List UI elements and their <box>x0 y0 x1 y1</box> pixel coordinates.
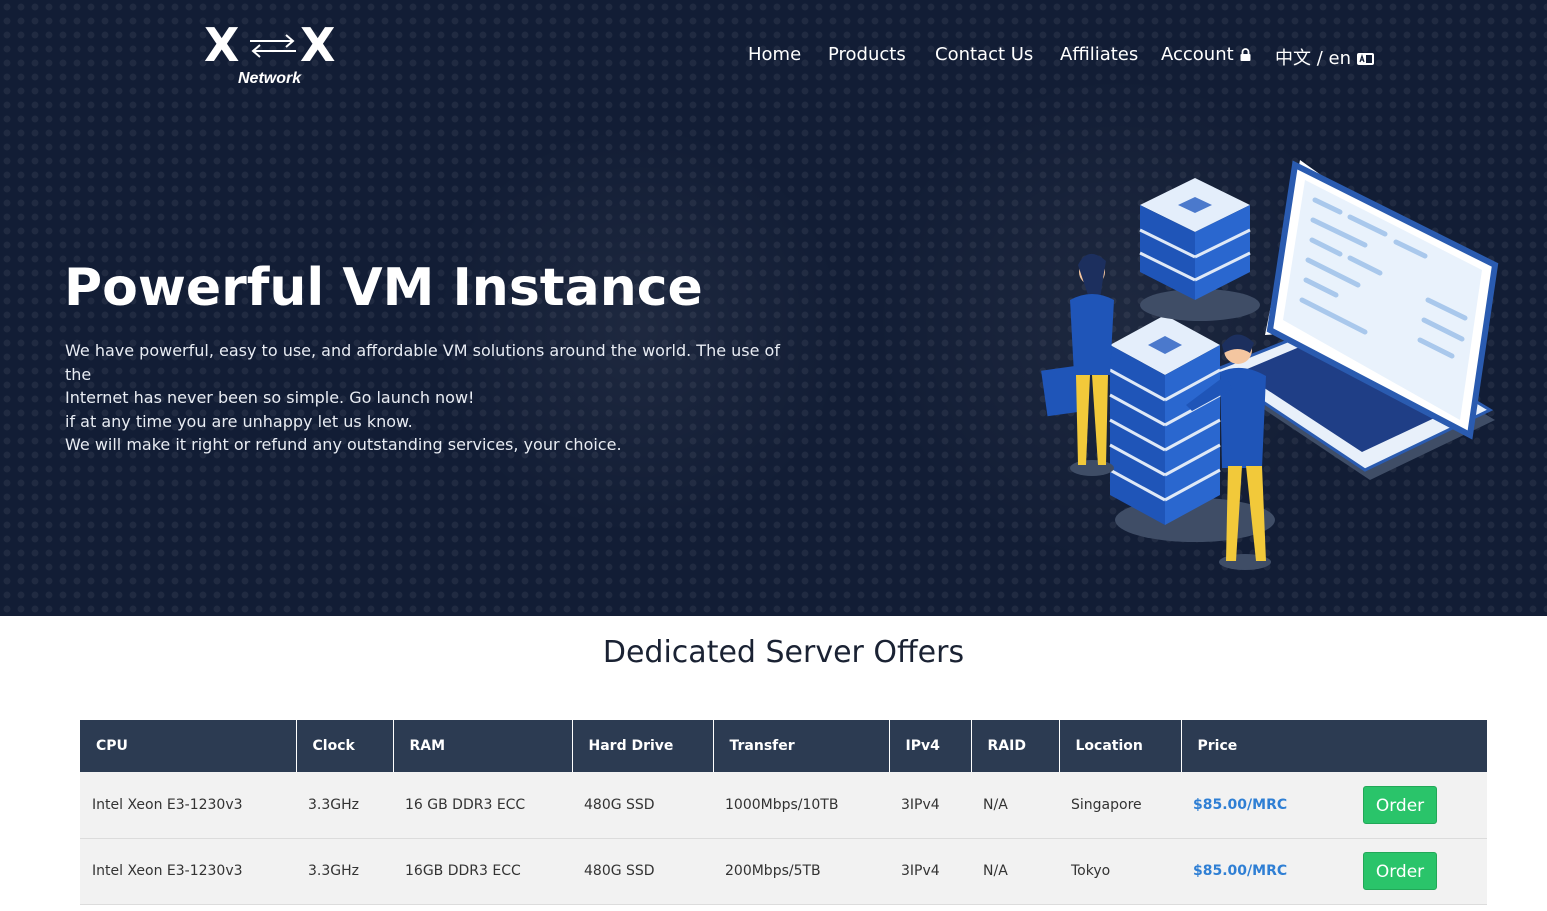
column-header-raid: RAID <box>971 720 1060 772</box>
hero-section: X X Network Home Products Contact Us Aff… <box>0 0 1547 616</box>
cell-transfer: 200Mbps/5TB <box>713 838 889 905</box>
nav-products[interactable]: Products <box>828 44 906 65</box>
offers-table-wrap: CPU Clock RAM Hard Drive Transfer IPv4 R… <box>80 720 1487 905</box>
cell-clock: 3.3GHz <box>296 838 393 905</box>
cell-cpu: Intel Xeon E3-1230v3 <box>80 838 296 905</box>
column-header-transfer: Transfer <box>713 720 890 772</box>
hero-line: if at any time you are unhappy let us kn… <box>65 411 413 431</box>
nav-account[interactable]: Account <box>1161 44 1251 66</box>
nav-affiliates[interactable]: Affiliates <box>1060 44 1138 65</box>
order-button[interactable]: Order <box>1363 785 1437 824</box>
person-woman-illustration <box>1041 253 1114 476</box>
nav-language-label: 中文 / en <box>1275 48 1351 69</box>
nav-account-label: Account <box>1161 44 1234 65</box>
column-header-hard-drive: Hard Drive <box>572 720 714 772</box>
offers-section-title: Dedicated Server Offers <box>602 635 965 670</box>
language-icon <box>1357 49 1374 70</box>
cell-price: $85.00/MRC <box>1181 772 1351 839</box>
nav-contact-us[interactable]: Contact Us <box>935 44 1033 65</box>
hero-line: We will make it right or refund any outs… <box>65 435 622 454</box>
column-header-location: Location <box>1059 720 1182 772</box>
cell-ram: 16GB DDR3 ECC <box>393 838 572 905</box>
cell-action: Order <box>1351 772 1487 839</box>
offers-table: CPU Clock RAM Hard Drive Transfer IPv4 R… <box>80 720 1487 905</box>
exchange-arrows-icon <box>250 34 296 58</box>
table-header-row: CPU Clock RAM Hard Drive Transfer IPv4 R… <box>80 720 1487 772</box>
cell-raid: N/A <box>971 772 1059 839</box>
cell-hard-drive: 480G SSD <box>572 838 713 905</box>
cell-action: Order <box>1351 838 1487 905</box>
table-row: Intel Xeon E3-1230v3 3.3GHz 16 GB DDR3 E… <box>80 772 1487 839</box>
order-button[interactable]: Order <box>1363 852 1437 890</box>
logo-x-right: X <box>300 18 336 72</box>
hero-line: We have powerful, easy to use, and affor… <box>65 341 780 384</box>
cell-ipv4: 3IPv4 <box>889 838 971 905</box>
column-header-action <box>1351 720 1487 772</box>
hero-description: We have powerful, easy to use, and affor… <box>65 339 785 457</box>
column-header-cpu: CPU <box>80 720 297 772</box>
map-shade <box>430 120 850 540</box>
cell-price: $85.00/MRC <box>1181 838 1351 905</box>
nav-language[interactable]: 中文 / en <box>1275 44 1374 70</box>
hero-title: Powerful VM Instance <box>64 258 703 318</box>
table-row: Intel Xeon E3-1230v3 3.3GHz 16GB DDR3 EC… <box>80 838 1487 905</box>
server-illustration <box>1041 160 1499 570</box>
column-header-price: Price <box>1181 720 1351 772</box>
cell-ram: 16 GB DDR3 ECC <box>393 772 572 839</box>
cell-transfer: 1000Mbps/10TB <box>713 772 889 839</box>
cell-location: Singapore <box>1059 772 1181 839</box>
lock-icon <box>1240 45 1251 66</box>
brand-logo[interactable]: X X Network <box>204 22 340 92</box>
nav-home[interactable]: Home <box>748 44 801 65</box>
logo-sub-label: Network <box>238 70 302 87</box>
cell-location: Tokyo <box>1059 838 1181 905</box>
cell-clock: 3.3GHz <box>296 772 393 839</box>
column-header-ipv4: IPv4 <box>889 720 972 772</box>
cell-raid: N/A <box>971 838 1059 905</box>
cell-hard-drive: 480G SSD <box>572 772 713 839</box>
cell-ipv4: 3IPv4 <box>889 772 971 839</box>
column-header-ram: RAM <box>393 720 573 772</box>
hero-line: Internet has never been so simple. Go la… <box>65 388 475 407</box>
cell-cpu: Intel Xeon E3-1230v3 <box>80 772 296 839</box>
logo-x-left: X <box>204 18 240 72</box>
column-header-clock: Clock <box>296 720 394 772</box>
